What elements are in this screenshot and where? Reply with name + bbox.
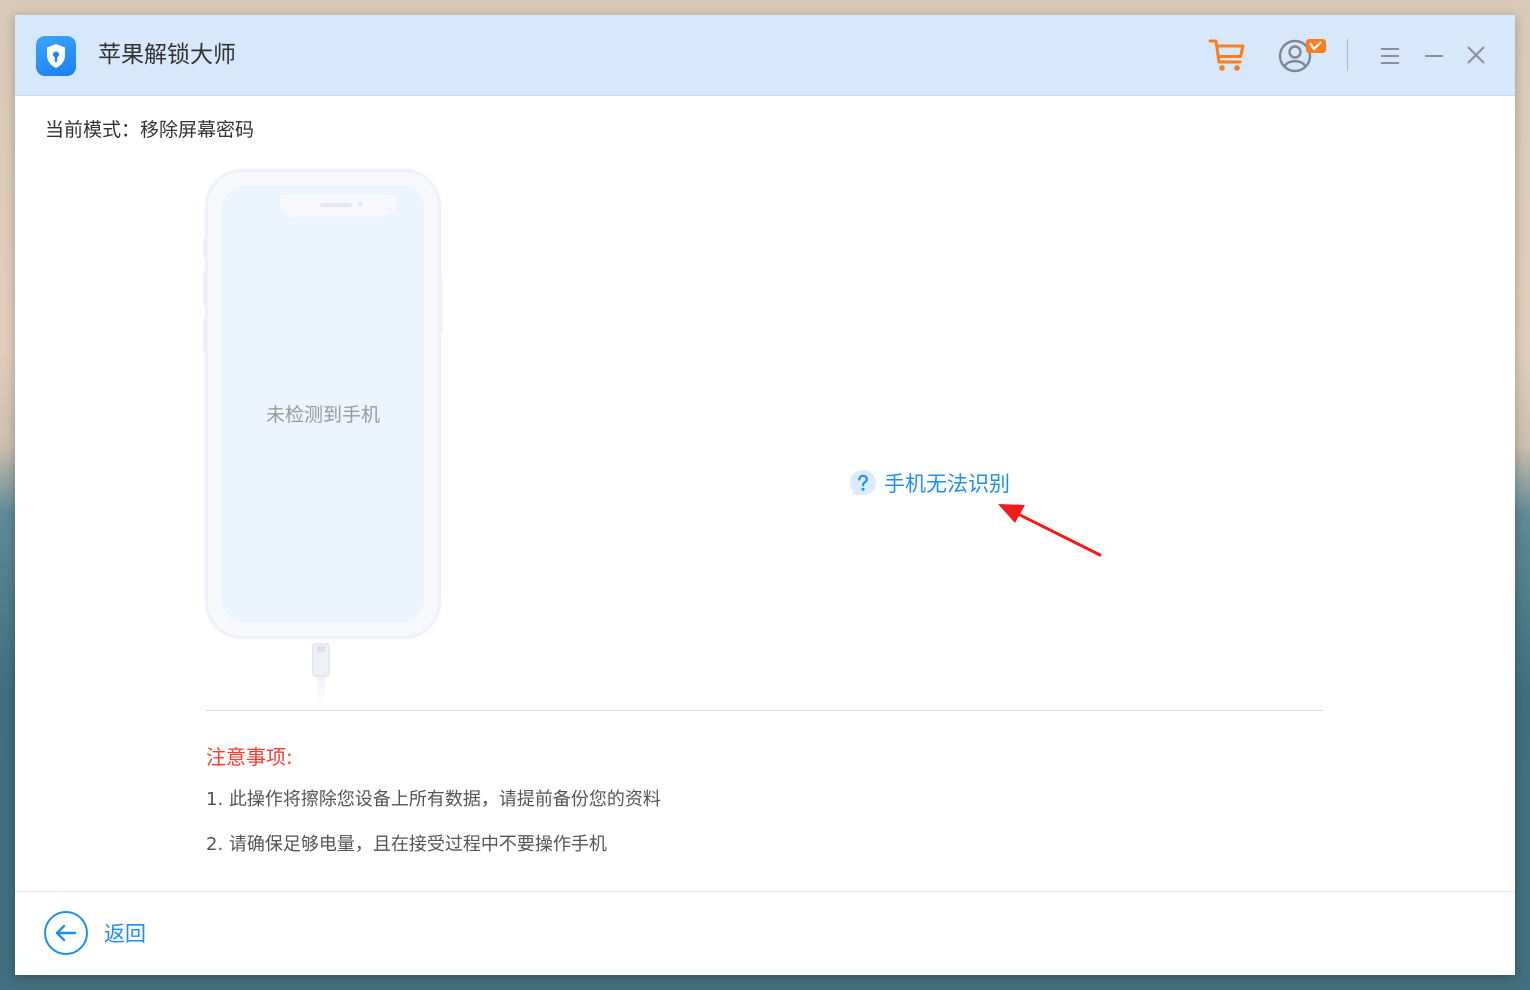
close-icon [1467, 46, 1485, 64]
note-item: 1. 此操作将擦除您设备上所有数据，请提前备份您的资料 [206, 789, 661, 810]
minimize-button[interactable] [1421, 43, 1447, 69]
close-button[interactable] [1463, 42, 1489, 68]
device-status-text: 未检测到手机 [265, 404, 380, 426]
titlebar-divider [1347, 39, 1348, 71]
account-button[interactable] [1277, 35, 1329, 75]
minimize-icon [1425, 55, 1443, 57]
device-not-recognized-link[interactable]: 手机无法识别 [848, 467, 1010, 499]
user-vip-icon [1278, 39, 1326, 73]
note-item: 2. 请确保足够电量，且在接受过程中不要操作手机 [206, 834, 607, 855]
phone-illustration: 未检测到手机 [203, 172, 443, 636]
question-bubble-icon [850, 470, 876, 495]
lightning-cable-icon [312, 643, 330, 677]
back-button[interactable]: 返回 [44, 911, 146, 955]
app-window: 苹果解锁大师 当前模式：移除屏幕密码 未检测到手机 手机无法识别 注意事项: 1… [15, 15, 1515, 975]
help-link-label: 手机无法识别 [884, 472, 1010, 496]
menu-icon [1381, 48, 1399, 64]
app-title: 苹果解锁大师 [98, 42, 236, 68]
red-arrow-annotation-icon [998, 504, 1102, 557]
arrow-left-icon [55, 924, 77, 942]
notes-title: 注意事项: [206, 745, 293, 769]
cable-wire [317, 677, 325, 705]
menu-button[interactable] [1377, 43, 1403, 69]
title-bar: 苹果解锁大师 [15, 15, 1515, 96]
shopping-cart-icon [1208, 39, 1245, 71]
cart-button[interactable] [1207, 35, 1247, 75]
current-mode-label: 当前模式：移除屏幕密码 [45, 119, 255, 141]
back-label: 返回 [104, 922, 146, 946]
section-divider [206, 710, 1323, 711]
back-circle [44, 911, 88, 955]
shield-lock-icon [36, 36, 76, 76]
footer-divider [15, 891, 1515, 892]
phone-notch [280, 195, 396, 217]
